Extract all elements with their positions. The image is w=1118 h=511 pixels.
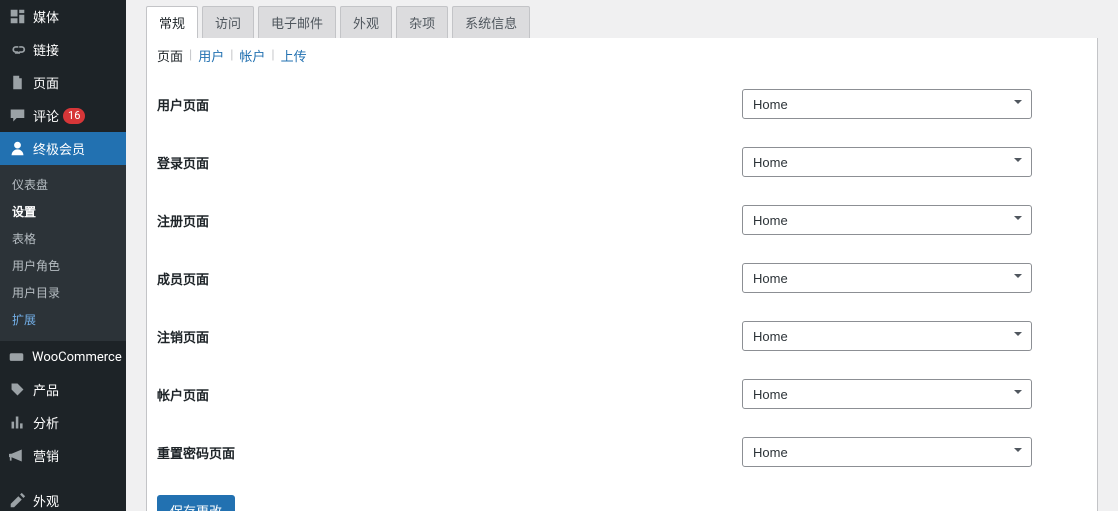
tab-access[interactable]: 访问 xyxy=(202,6,254,38)
user-icon xyxy=(8,140,26,158)
page-icon xyxy=(8,74,26,92)
select-reset-page[interactable]: Home xyxy=(742,437,1032,467)
select-register-page[interactable]: Home xyxy=(742,205,1032,235)
sidebar-item-pages[interactable]: 页面 xyxy=(0,66,126,99)
select-account-page[interactable]: Home xyxy=(742,379,1032,409)
submenu-dashboard[interactable]: 仪表盘 xyxy=(0,171,126,198)
label-register-page: 注册页面 xyxy=(157,211,742,230)
separator: | xyxy=(271,48,274,63)
subtab-upload[interactable]: 上传 xyxy=(281,46,307,65)
submenu-directory[interactable]: 用户目录 xyxy=(0,279,126,306)
tabs-nav: 常规 访问 电子邮件 外观 杂项 系统信息 xyxy=(146,0,1098,38)
woo-icon xyxy=(8,348,25,366)
sidebar-label: 评论 xyxy=(33,106,59,125)
sidebar-label: 分析 xyxy=(33,413,59,432)
sidebar-item-woocommerce[interactable]: WooCommerce xyxy=(0,341,126,373)
media-icon xyxy=(8,8,26,26)
subtab-pages[interactable]: 页面 xyxy=(157,46,183,65)
products-icon xyxy=(8,381,26,399)
admin-sidebar: 媒体 链接 页面 评论 16 终极会员 仪表盘 设置 表格 用户角色 用户目录 … xyxy=(0,0,126,511)
tab-email[interactable]: 电子邮件 xyxy=(258,6,336,38)
comment-icon xyxy=(8,107,26,125)
sidebar-item-products[interactable]: 产品 xyxy=(0,373,126,406)
sidebar-item-ultimate-member[interactable]: 终极会员 xyxy=(0,132,126,165)
select-members-page[interactable]: Home xyxy=(742,263,1032,293)
sidebar-label: 媒体 xyxy=(33,7,59,26)
label-reset-page: 重置密码页面 xyxy=(157,443,742,462)
label-account-page: 帐户页面 xyxy=(157,385,742,404)
select-logout-page[interactable]: Home xyxy=(742,321,1032,351)
sidebar-item-analytics[interactable]: 分析 xyxy=(0,406,126,439)
submenu-extensions[interactable]: 扩展 xyxy=(0,306,126,333)
main-content: 常规 访问 电子邮件 外观 杂项 系统信息 页面 | 用户 | 帐户 | 上传 … xyxy=(126,0,1118,511)
separator: | xyxy=(189,48,192,63)
comments-badge: 16 xyxy=(63,108,85,124)
sidebar-label: 产品 xyxy=(33,380,59,399)
link-icon xyxy=(8,41,26,59)
sidebar-label: 营销 xyxy=(33,446,59,465)
submenu-settings[interactable]: 设置 xyxy=(0,198,126,225)
sidebar-item-links[interactable]: 链接 xyxy=(0,33,126,66)
subtabs-container: 页面 | 用户 | 帐户 | 上传 用户页面 Home 登录页面 xyxy=(146,38,1098,511)
sidebar-item-media[interactable]: 媒体 xyxy=(0,0,126,33)
sidebar-item-marketing[interactable]: 营销 xyxy=(0,439,126,472)
sidebar-label: 页面 xyxy=(33,73,59,92)
tab-general[interactable]: 常规 xyxy=(146,6,198,38)
marketing-icon xyxy=(8,447,26,465)
appearance-icon xyxy=(8,492,26,510)
tab-sysinfo[interactable]: 系统信息 xyxy=(452,6,530,38)
submenu-roles[interactable]: 用户角色 xyxy=(0,252,126,279)
select-login-page[interactable]: Home xyxy=(742,147,1032,177)
label-user-page: 用户页面 xyxy=(157,95,742,114)
sidebar-submenu: 仪表盘 设置 表格 用户角色 用户目录 扩展 xyxy=(0,165,126,341)
submenu-forms[interactable]: 表格 xyxy=(0,225,126,252)
sidebar-label: WooCommerce xyxy=(32,350,122,365)
sidebar-label: 外观 xyxy=(33,491,59,510)
settings-form: 用户页面 Home 登录页面 Home 注册页面 Ho xyxy=(147,73,1097,511)
sidebar-item-appearance[interactable]: 外观 xyxy=(0,484,126,511)
select-user-page[interactable]: Home xyxy=(742,89,1032,119)
sidebar-item-comments[interactable]: 评论 16 xyxy=(0,99,126,132)
sidebar-label: 终极会员 xyxy=(33,139,85,158)
sidebar-label: 链接 xyxy=(33,40,59,59)
tab-appearance[interactable]: 外观 xyxy=(340,6,392,38)
label-members-page: 成员页面 xyxy=(157,269,742,288)
analytics-icon xyxy=(8,414,26,432)
tab-misc[interactable]: 杂项 xyxy=(396,6,448,38)
label-login-page: 登录页面 xyxy=(157,153,742,172)
label-logout-page: 注销页面 xyxy=(157,327,742,346)
separator: | xyxy=(230,48,233,63)
save-button[interactable]: 保存更改 xyxy=(157,495,235,511)
subtab-account[interactable]: 帐户 xyxy=(239,46,265,65)
subtab-users[interactable]: 用户 xyxy=(198,46,224,65)
